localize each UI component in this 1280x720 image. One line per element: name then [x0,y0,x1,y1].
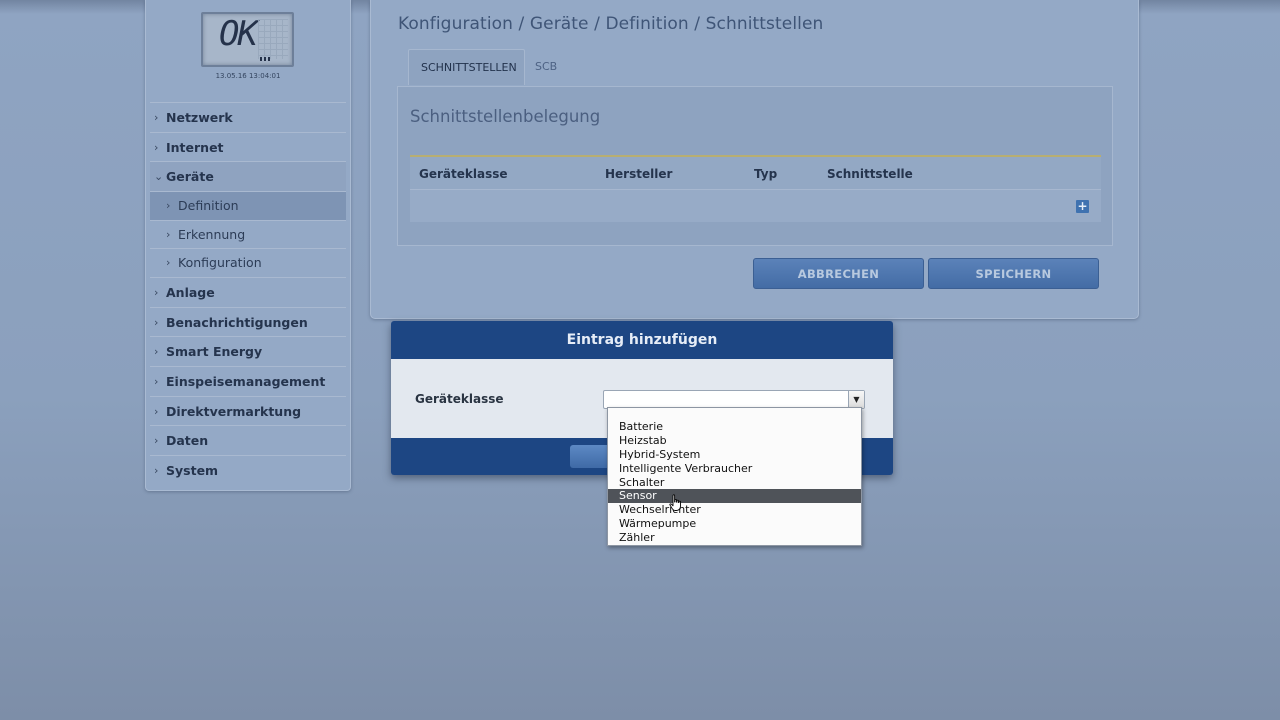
sidebar-item-einspeisemanagement[interactable]: › Einspeisemanagement [150,365,346,396]
chevron-right-icon: › [154,463,159,477]
interface-table: Geräteklasse Hersteller Typ Schnittstell… [410,155,1101,222]
lcd-segment-grid [258,19,288,59]
sidebar-item-label: Direktvermarktung [166,403,302,419]
chevron-right-icon: › [154,374,159,388]
chevron-right-icon: › [154,286,159,300]
table-header: Geräteklasse Hersteller Typ Schnittstell… [410,155,1101,189]
dropdown-option-sensor[interactable]: Sensor [608,489,861,504]
sidebar-item-benachrichtigungen[interactable]: › Benachrichtigungen [150,306,346,337]
tab-schnittstellen[interactable]: SCHNITTSTELLEN [408,49,525,85]
hand-cursor-icon [669,494,681,511]
sidebar-item-internet[interactable]: › Internet [150,131,346,162]
chevron-right-icon: › [154,345,159,359]
lcd-dots-icon [260,57,270,61]
sidebar-subitem-konfiguration[interactable]: › Konfiguration [150,248,346,277]
dropdown-option-batterie[interactable]: Batterie [608,420,861,434]
sidebar-item-direktvermarktung[interactable]: › Direktvermarktung [150,395,346,426]
tab-scb[interactable]: SCB [523,49,569,85]
sidebar-item-label: Anlage [166,285,215,301]
dropdown-option-waermepumpe[interactable]: Wärmepumpe [608,517,861,531]
breadcrumb: Konfiguration / Geräte / Definition / Sc… [398,14,824,34]
sidebar-item-label: Benachrichtigungen [166,314,308,330]
sidebar-subitem-erkennung[interactable]: › Erkennung [150,219,346,249]
sidebar-item-label: Einspeisemanagement [166,373,326,389]
lcd-status-text: OK [219,14,258,54]
sidebar-item-label: Daten [166,433,209,449]
sidebar-item-anlage[interactable]: › Anlage [150,277,346,307]
sidebar-nav: › Netzwerk › Internet ⌄ Geräte › Definit… [150,102,346,484]
lcd-display: OK [201,12,294,67]
sidebar-item-label: Definition [178,197,239,213]
sidebar-item-geraete[interactable]: ⌄ Geräte [150,161,346,191]
section-title: Schnittstellenbelegung [410,107,601,126]
save-button[interactable]: SPEICHERN [928,258,1099,289]
sidebar-item-label: Internet [166,139,224,155]
dropdown-option-hybrid-system[interactable]: Hybrid-System [608,448,861,462]
sidebar-item-label: Smart Energy [166,344,263,360]
modal-confirm-button[interactable] [570,445,612,468]
chevron-down-icon[interactable]: ▼ [848,391,864,408]
chevron-right-icon: › [154,111,159,124]
chevron-right-icon: › [166,227,171,241]
sidebar-item-label: System [166,462,219,478]
device-class-dropdown: Batterie Heizstab Hybrid-System Intellig… [607,407,862,546]
main-panel: Konfiguration / Geräte / Definition / Sc… [370,0,1139,319]
dropdown-option-heizstab[interactable]: Heizstab [608,434,861,448]
chevron-right-icon: › [166,256,171,270]
lcd-timestamp: 13.05.16 13:04:01 [215,72,281,80]
sidebar-item-smart-energy[interactable]: › Smart Energy [150,336,346,366]
chevron-right-icon: › [166,198,171,212]
sidebar-item-label: Netzwerk [166,110,233,125]
chevron-right-icon: › [154,404,159,418]
column-header-geraeteklasse: Geräteklasse [419,167,508,181]
chevron-down-icon: ⌄ [154,170,164,184]
plus-icon[interactable]: + [1076,200,1089,213]
column-header-schnittstelle: Schnittstelle [827,167,913,181]
interface-assignment-section: Schnittstellenbelegung Geräteklasse Hers… [397,86,1113,246]
sidebar-item-label: Erkennung [178,226,246,242]
sidebar: OK 13.05.16 13:04:01 › Netzwerk › Intern… [145,0,351,491]
sidebar-item-netzwerk[interactable]: › Netzwerk [150,102,346,132]
column-header-hersteller: Hersteller [605,167,673,181]
sidebar-item-label: Geräte [166,169,214,185]
dropdown-option-wechselrichter[interactable]: Wechselrichter [608,503,861,517]
dropdown-option-zaehler[interactable]: Zähler [608,531,861,545]
column-header-typ: Typ [754,167,778,181]
dropdown-option-schalter[interactable]: Schalter [608,476,861,490]
dropdown-option-intelligente-verbraucher[interactable]: Intelligente Verbraucher [608,462,861,476]
chevron-right-icon: › [154,315,159,329]
chevron-right-icon: › [154,434,159,448]
device-class-label: Geräteklasse [415,392,504,406]
chevron-right-icon: › [154,140,159,154]
sidebar-item-system[interactable]: › System [150,454,346,485]
modal-title: Eintrag hinzufügen [391,321,893,359]
sidebar-item-daten[interactable]: › Daten [150,425,346,455]
table-add-row: + [410,189,1101,222]
sidebar-subitem-definition[interactable]: › Definition [150,190,346,220]
sidebar-item-label: Konfiguration [178,255,262,271]
cancel-button[interactable]: ABBRECHEN [753,258,924,289]
